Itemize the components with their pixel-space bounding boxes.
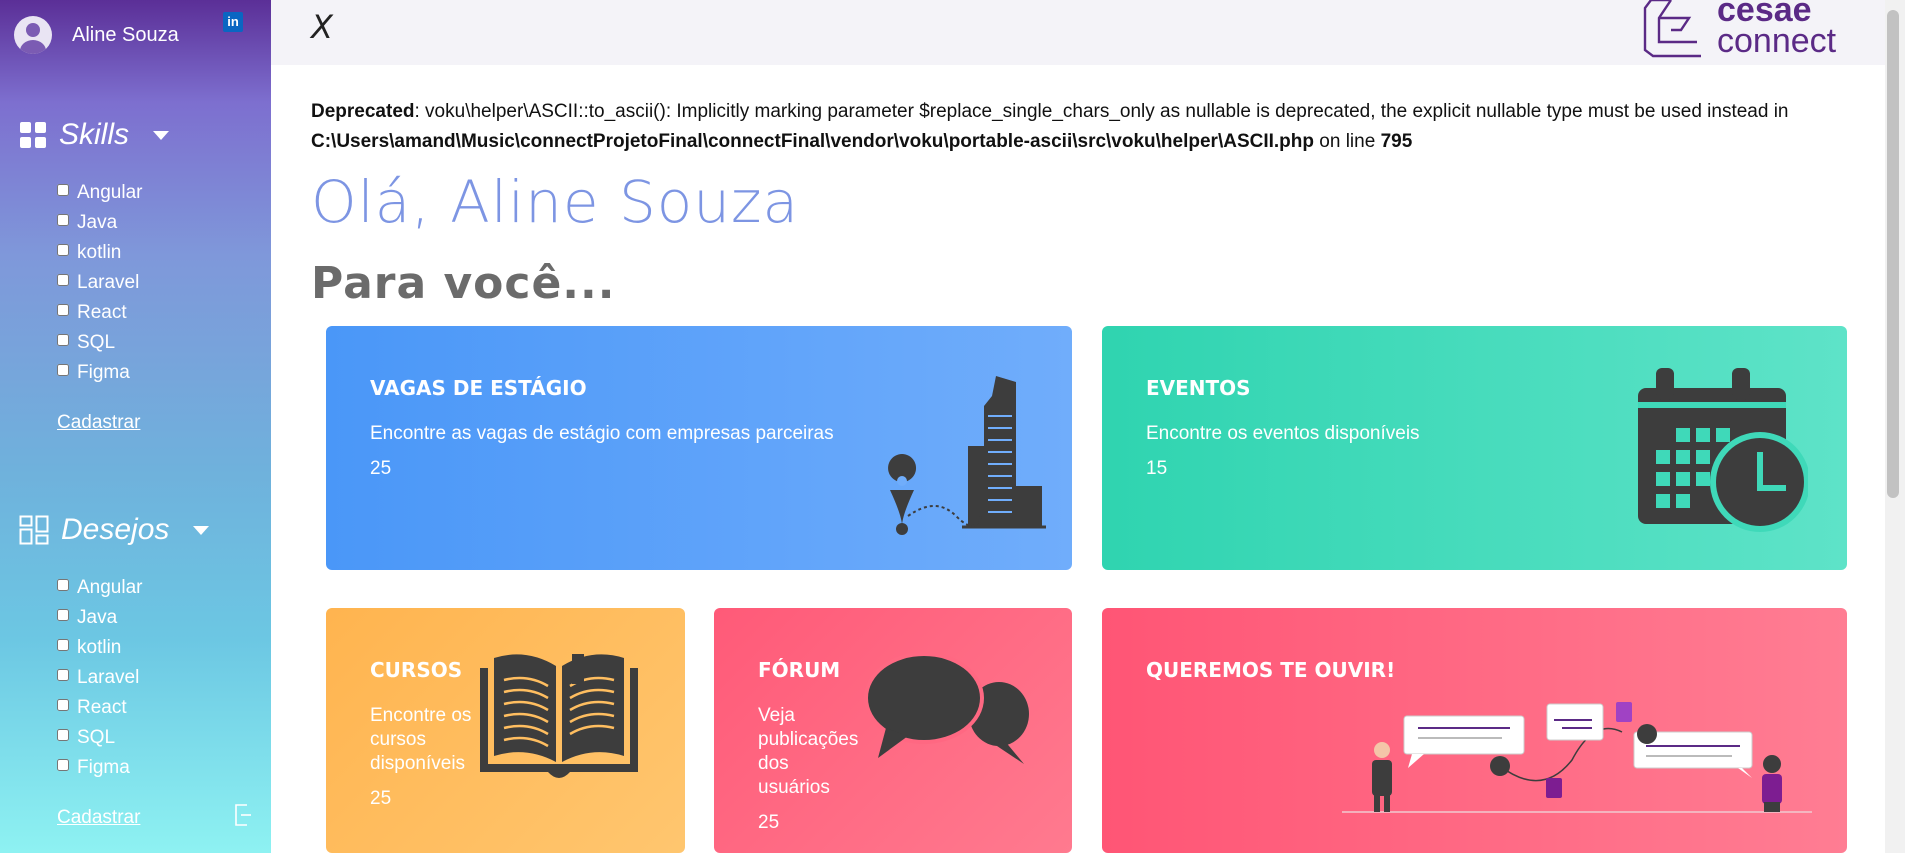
wishes-title: Desejos <box>61 513 170 546</box>
php-deprecation-warning: Deprecated: voku\helper\ASCII::to_ascii(… <box>311 97 1851 157</box>
wish-checkbox[interactable] <box>57 669 69 681</box>
wish-checkbox[interactable] <box>57 699 69 711</box>
skill-checkbox[interactable] <box>57 364 69 376</box>
scrollbar-thumb[interactable] <box>1887 10 1899 498</box>
card-title: FÓRUM <box>758 658 841 682</box>
skills-list: Angular Java kotlin Laravel React SQL Fi… <box>57 178 143 388</box>
wish-checkbox[interactable] <box>57 759 69 771</box>
wish-item[interactable]: SQL <box>57 723 143 753</box>
card-description: Encontre as vagas de estágio com empresa… <box>370 423 834 444</box>
feedback-card[interactable]: QUEREMOS TE OUVIR! <box>1102 608 1847 853</box>
close-sidebar-button[interactable]: X <box>311 8 333 46</box>
skill-checkbox[interactable] <box>57 244 69 256</box>
skill-label: SQL <box>77 332 116 353</box>
card-count: 25 <box>370 458 392 479</box>
warning-path: C:\Users\amand\Music\connectProjetoFinal… <box>311 131 1315 152</box>
wish-label: Figma <box>77 757 130 778</box>
wish-checkbox[interactable] <box>57 639 69 651</box>
card-description: Encontre os eventos disponíveis <box>1146 423 1420 444</box>
skill-item[interactable]: Java <box>57 208 143 238</box>
wishes-list: Angular Java kotlin Laravel React SQL Fi… <box>57 573 143 783</box>
profile[interactable]: Aline Souza <box>14 16 179 54</box>
chevron-down-icon[interactable] <box>193 525 210 535</box>
wishes-header[interactable]: Desejos <box>19 513 210 547</box>
for-you-heading: Para você... <box>311 258 616 309</box>
skill-item[interactable]: Figma <box>57 358 143 388</box>
card-description: Veja publicações dos usuários <box>758 705 859 798</box>
wish-label: Laravel <box>77 667 140 688</box>
main-content: X cesae connect Deprecated: voku\helper\… <box>271 0 1885 853</box>
wish-item[interactable]: React <box>57 693 143 723</box>
wish-checkbox[interactable] <box>57 729 69 741</box>
greeting-heading: Olá, Aline Souza <box>311 168 800 236</box>
conversation-illustration-icon <box>1342 702 1812 813</box>
card-count: 15 <box>1146 458 1168 479</box>
skill-label: Laravel <box>77 272 140 293</box>
wish-checkbox[interactable] <box>57 579 69 591</box>
wish-item[interactable]: Angular <box>57 573 143 603</box>
skills-register-link[interactable]: Cadastrar <box>57 412 140 434</box>
warning-on-line: on line <box>1314 131 1381 152</box>
grid-icon <box>20 122 46 148</box>
avatar <box>14 16 52 54</box>
warning-message: : voku\helper\ASCII::to_ascii(): Implici… <box>414 101 1789 122</box>
skill-item[interactable]: React <box>57 298 143 328</box>
warning-label: Deprecated <box>311 101 415 122</box>
skill-checkbox[interactable] <box>57 214 69 226</box>
card-title: CURSOS <box>370 658 463 682</box>
skill-item[interactable]: kotlin <box>57 238 143 268</box>
wish-item[interactable]: Java <box>57 603 143 633</box>
skill-checkbox[interactable] <box>57 334 69 346</box>
calendar-clock-icon <box>1638 368 1808 532</box>
card-title: EVENTOS <box>1146 376 1251 400</box>
skill-label: Figma <box>77 362 130 383</box>
skill-item[interactable]: SQL <box>57 328 143 358</box>
logout-icon[interactable] <box>233 803 253 827</box>
building-location-icon <box>888 376 1046 535</box>
internships-card[interactable]: VAGAS DE ESTÁGIO Encontre as vagas de es… <box>326 326 1072 570</box>
skill-label: Java <box>77 212 118 233</box>
wish-checkbox[interactable] <box>57 609 69 621</box>
wish-item[interactable]: kotlin <box>57 633 143 663</box>
events-card[interactable]: EVENTOS Encontre os eventos disponíveis … <box>1102 326 1847 570</box>
skill-label: React <box>77 302 127 323</box>
topbar: X cesae connect <box>271 0 1885 65</box>
card-title: QUEREMOS TE OUVIR! <box>1146 658 1396 682</box>
wish-label: Angular <box>77 577 143 598</box>
card-description: Encontre os cursos disponíveis <box>370 705 472 774</box>
skill-label: kotlin <box>77 242 122 263</box>
logo-text: cesae connect <box>1717 0 1837 60</box>
logo-mark-icon <box>1643 0 1701 58</box>
sidebar: Aline Souza in Skills Angular Java kotli… <box>0 0 271 853</box>
wish-label: Java <box>77 607 118 628</box>
user-name: Aline Souza <box>72 23 179 46</box>
chat-bubbles-icon <box>864 652 1029 764</box>
wish-item[interactable]: Figma <box>57 753 143 783</box>
courses-card[interactable]: CURSOS Encontre os cursos disponíveis 25 <box>326 608 685 853</box>
card-count: 25 <box>370 788 392 809</box>
skill-checkbox[interactable] <box>57 304 69 316</box>
card-title: VAGAS DE ESTÁGIO <box>370 376 587 400</box>
wish-label: React <box>77 697 127 718</box>
chevron-down-icon[interactable] <box>153 130 170 140</box>
skills-header[interactable]: Skills <box>19 118 170 152</box>
warning-line: 795 <box>1380 131 1413 152</box>
wish-label: kotlin <box>77 637 122 658</box>
skill-checkbox[interactable] <box>57 274 69 286</box>
cesae-connect-logo[interactable]: cesae connect <box>1641 0 1836 58</box>
card-count: 25 <box>758 812 780 833</box>
forum-card[interactable]: FÓRUM Veja publicações dos usuários 25 <box>714 608 1072 853</box>
wish-label: SQL <box>77 727 116 748</box>
skill-item[interactable]: Angular <box>57 178 143 208</box>
open-book-icon <box>480 654 638 778</box>
logo-line2: connect <box>1717 22 1837 60</box>
dashboard-icon <box>19 515 49 545</box>
wish-item[interactable]: Laravel <box>57 663 143 693</box>
skills-title: Skills <box>59 118 130 151</box>
wishes-register-link[interactable]: Cadastrar <box>57 807 140 829</box>
skill-checkbox[interactable] <box>57 184 69 196</box>
skill-item[interactable]: Laravel <box>57 268 143 298</box>
skill-label: Angular <box>77 182 143 203</box>
linkedin-icon[interactable]: in <box>223 12 243 32</box>
